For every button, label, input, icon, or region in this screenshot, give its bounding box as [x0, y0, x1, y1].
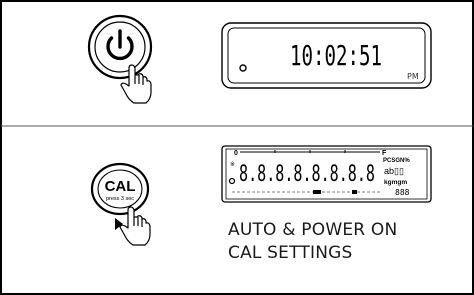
caption-line-2: CAL SETTINGS: [228, 243, 353, 263]
instruction-panel: 10:02:51 PM CAL press 3 sec 0 F ※ 8.8.8.…: [0, 0, 474, 295]
clock-time: 10:02:51: [290, 39, 382, 72]
lcd-scale-left: 0: [234, 150, 238, 157]
power-button[interactable]: [87, 14, 153, 80]
cal-button-sublabel: press 3 sec: [106, 196, 134, 202]
lcd-units: kgmgm: [384, 179, 407, 186]
lcd-small-digits: 888: [395, 188, 410, 197]
clock-display: 10:02:51 PM: [221, 22, 432, 89]
lcd-segment-digits: 8.8.8.8.8.8.8.8: [239, 162, 375, 187]
caption-line-1: AUTO & POWER ON: [228, 220, 398, 240]
cal-button[interactable]: CAL press 3 sec: [90, 162, 150, 216]
lcd-status-left: PCSGN%: [383, 158, 410, 164]
clock-unit: PM: [407, 72, 419, 81]
lcd-left-indicator: ※: [230, 161, 235, 168]
cal-button-label: CAL: [105, 178, 136, 195]
lcd-scale-right: F: [382, 150, 387, 157]
lcd-abc-indicator: ab▯▯: [384, 166, 404, 176]
segment-display: 0 F ※ 8.8.8.8.8.8.8.8 PCSGN% ab▯▯ kgmgm …: [221, 145, 432, 203]
